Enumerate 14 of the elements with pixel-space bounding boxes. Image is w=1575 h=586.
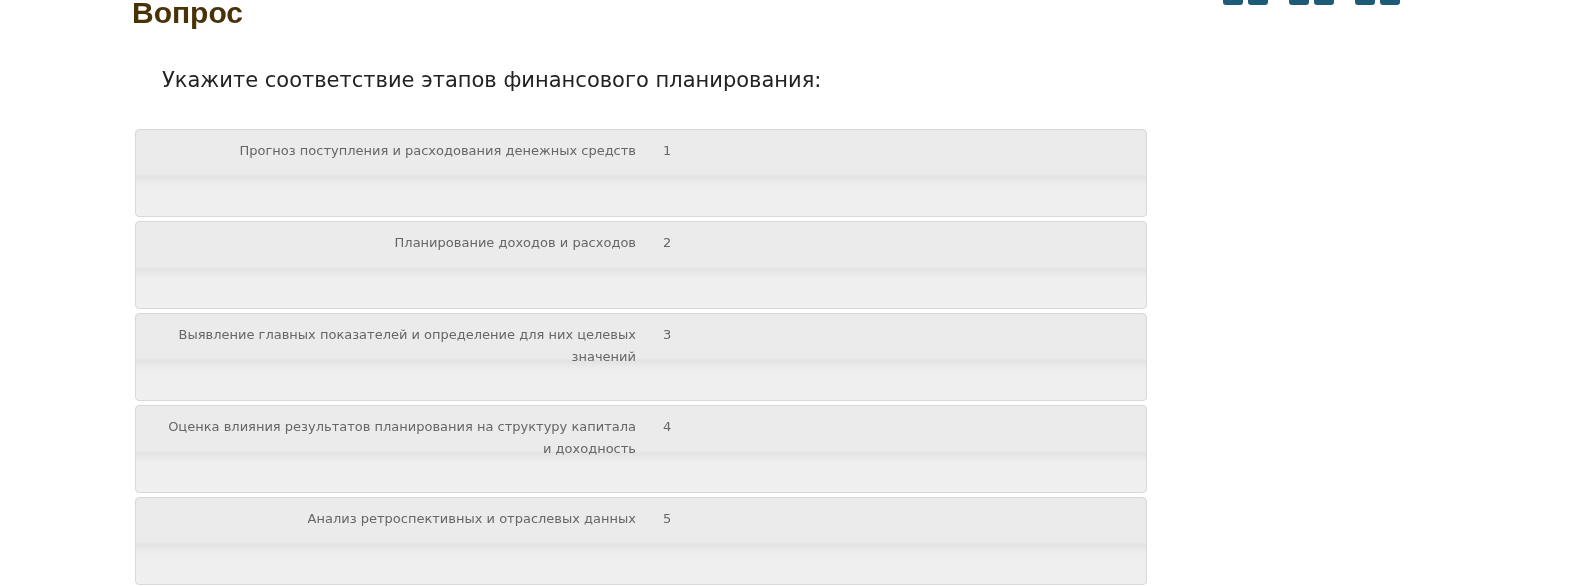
stage-number: 1 — [663, 142, 672, 160]
squares-icon[interactable] — [1355, 0, 1401, 6]
stage-label: Оценка влияния результатов планирования на структуру капитала и доходность — [167, 418, 636, 458]
stage-label: Анализ ретроспективных и отраслевых данных — [306, 510, 636, 528]
stage-number: 2 — [663, 234, 672, 252]
squares-icon[interactable] — [1223, 0, 1269, 6]
question-text: Укажите соответствие этапов финансового планирования: — [162, 67, 823, 93]
stage-label: Прогноз поступления и расходования денежных средств — [238, 142, 636, 160]
stage-number: 5 — [663, 510, 672, 528]
stage-number: 3 — [663, 326, 672, 344]
stage-number: 4 — [663, 418, 672, 436]
stage-label: Планирование доходов и расходов — [393, 234, 636, 252]
stage-label: Выявление главных показателей и определение для них целевых значений — [177, 326, 636, 366]
squares-icon[interactable] — [1289, 0, 1335, 6]
